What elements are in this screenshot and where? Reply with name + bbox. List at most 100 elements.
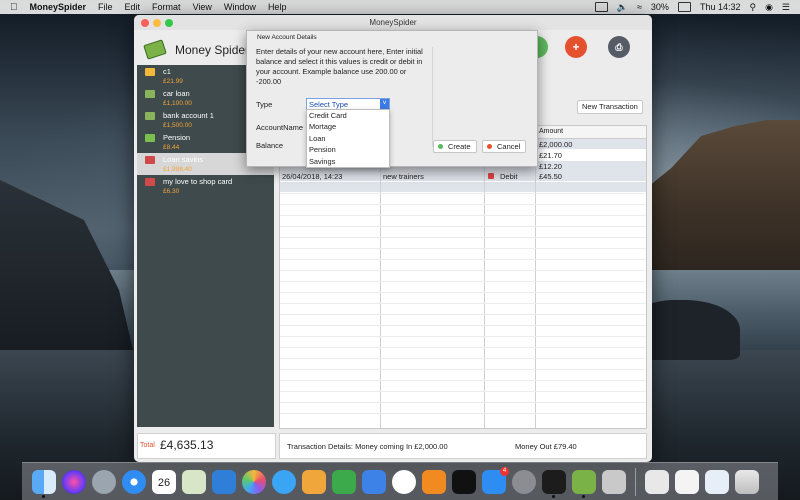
settings-icon[interactable]	[512, 469, 536, 494]
dock: 26 4	[22, 462, 778, 500]
row-divider	[280, 402, 646, 403]
new-account-dialog: New Account Details Enter details of you…	[246, 30, 538, 168]
cancel-label: Cancel	[497, 142, 521, 151]
pages-icon[interactable]	[302, 469, 326, 494]
appstore-badge: 4	[500, 466, 509, 476]
books-icon[interactable]	[422, 469, 446, 494]
documents-icon[interactable]	[675, 469, 699, 494]
type-option-loan[interactable]: Loan	[307, 133, 389, 144]
airplay-icon[interactable]	[594, 2, 608, 12]
clock[interactable]: Thu 14:32	[700, 2, 741, 12]
calendar-icon[interactable]: 26	[152, 469, 176, 494]
money-out: Money Out £79.40	[515, 442, 577, 451]
window-title: MoneySpider	[369, 18, 417, 27]
type-option-savings[interactable]: Savings	[307, 156, 389, 167]
mail-icon[interactable]	[705, 469, 729, 494]
apple-menu-icon[interactable]: 	[10, 2, 18, 13]
transactions-table: Amount £2,000.00 £21.70 £12.20 £45.50 26…	[279, 125, 647, 429]
minimize-window-button[interactable]	[153, 19, 161, 27]
description-cell: new trainers	[383, 172, 424, 181]
close-window-button[interactable]	[141, 19, 149, 27]
menu-view[interactable]: View	[193, 2, 212, 12]
menu-edit[interactable]: Edit	[125, 2, 141, 12]
running-indicator	[42, 494, 45, 498]
numbers-icon[interactable]	[332, 469, 356, 494]
column-divider	[484, 126, 485, 428]
account-item[interactable]: my love to shop card £6.30	[137, 175, 274, 197]
date-cell: 26/04/2018, 14:23	[282, 172, 343, 181]
battery-percent[interactable]: 30%	[651, 2, 669, 12]
total-value: £4,635.13	[160, 438, 214, 452]
account-balance: £1,100.00	[163, 100, 192, 107]
type-select-value: Select Type	[309, 100, 349, 109]
siri-icon[interactable]	[62, 469, 86, 494]
row-divider	[280, 259, 646, 260]
user-icon[interactable]: ◉	[765, 2, 773, 13]
row-divider	[280, 215, 646, 216]
row-divider	[280, 226, 646, 227]
notification-center-icon[interactable]: ☰	[782, 2, 790, 13]
trash-icon[interactable]	[735, 469, 759, 494]
type-option-pension[interactable]: Pension	[307, 144, 389, 155]
moneyspider-icon[interactable]	[572, 469, 596, 498]
battery-icon[interactable]	[677, 2, 691, 12]
row-divider	[280, 325, 646, 326]
music-icon[interactable]	[392, 469, 416, 494]
menu-file[interactable]: File	[98, 2, 113, 12]
cancel-button[interactable]: Cancel	[482, 140, 527, 153]
menu-format[interactable]: Format	[152, 2, 181, 12]
row-divider	[280, 358, 646, 359]
type-label: Type	[256, 100, 273, 109]
safari-icon[interactable]	[122, 469, 146, 494]
create-button[interactable]: Create	[433, 140, 477, 153]
row-divider	[280, 314, 646, 315]
type-option-credit-card[interactable]: Credit Card	[307, 110, 389, 121]
messages-icon[interactable]	[272, 469, 296, 494]
bank-icon	[145, 112, 155, 120]
appstore-icon[interactable]: 4	[482, 466, 509, 494]
row-divider	[280, 347, 646, 348]
account-name: c1	[163, 67, 171, 76]
amount-cell: £12.20	[539, 162, 562, 171]
row-divider	[280, 380, 646, 381]
title-bar[interactable]: MoneySpider	[134, 15, 652, 30]
create-label: Create	[448, 142, 471, 151]
row-divider	[280, 281, 646, 282]
amount-cell: £45.50	[539, 172, 562, 181]
card-icon	[145, 178, 155, 186]
photos-icon[interactable]	[242, 469, 266, 494]
amount-column-header[interactable]: Amount	[536, 126, 646, 139]
type-option-mortage[interactable]: Mortage	[307, 121, 389, 132]
savings-icon	[145, 156, 155, 164]
account-balance: £21.99	[163, 78, 183, 85]
volume-icon[interactable]: 🔈	[617, 2, 628, 13]
total-label: Total	[140, 442, 155, 449]
amount-cell: £21.70	[539, 151, 562, 160]
menu-help[interactable]: Help	[268, 2, 287, 12]
add-account-button[interactable]: +	[565, 36, 587, 58]
cancel-dot-icon	[487, 144, 492, 149]
lock-icon[interactable]	[645, 469, 669, 494]
table-row[interactable]	[280, 182, 646, 192]
row-divider	[280, 369, 646, 370]
new-transaction-button[interactable]: New Transaction	[577, 100, 643, 114]
menu-app-name[interactable]: MoneySpider	[30, 2, 87, 12]
keynote-icon[interactable]	[362, 469, 386, 494]
terminal-icon[interactable]	[542, 469, 566, 498]
calendar-date: 26	[157, 476, 171, 489]
account-balance: £8.44	[163, 144, 180, 151]
xcode-icon[interactable]	[212, 469, 236, 494]
print-button[interactable]: ⎙	[608, 36, 630, 58]
wifi-icon[interactable]: ≈	[637, 2, 642, 12]
finder-icon[interactable]	[32, 469, 56, 498]
zoom-window-button[interactable]	[165, 19, 173, 27]
money-icon	[145, 90, 155, 98]
menu-window[interactable]: Window	[224, 2, 256, 12]
type-cell: Debit	[500, 172, 518, 181]
wifi-app-icon[interactable]	[452, 469, 476, 494]
spotlight-icon[interactable]: ⚲	[749, 2, 756, 13]
preview-icon[interactable]	[182, 469, 206, 494]
scissors-icon[interactable]	[602, 469, 626, 494]
dock-separator	[635, 467, 636, 496]
rocket-icon[interactable]	[92, 469, 116, 494]
